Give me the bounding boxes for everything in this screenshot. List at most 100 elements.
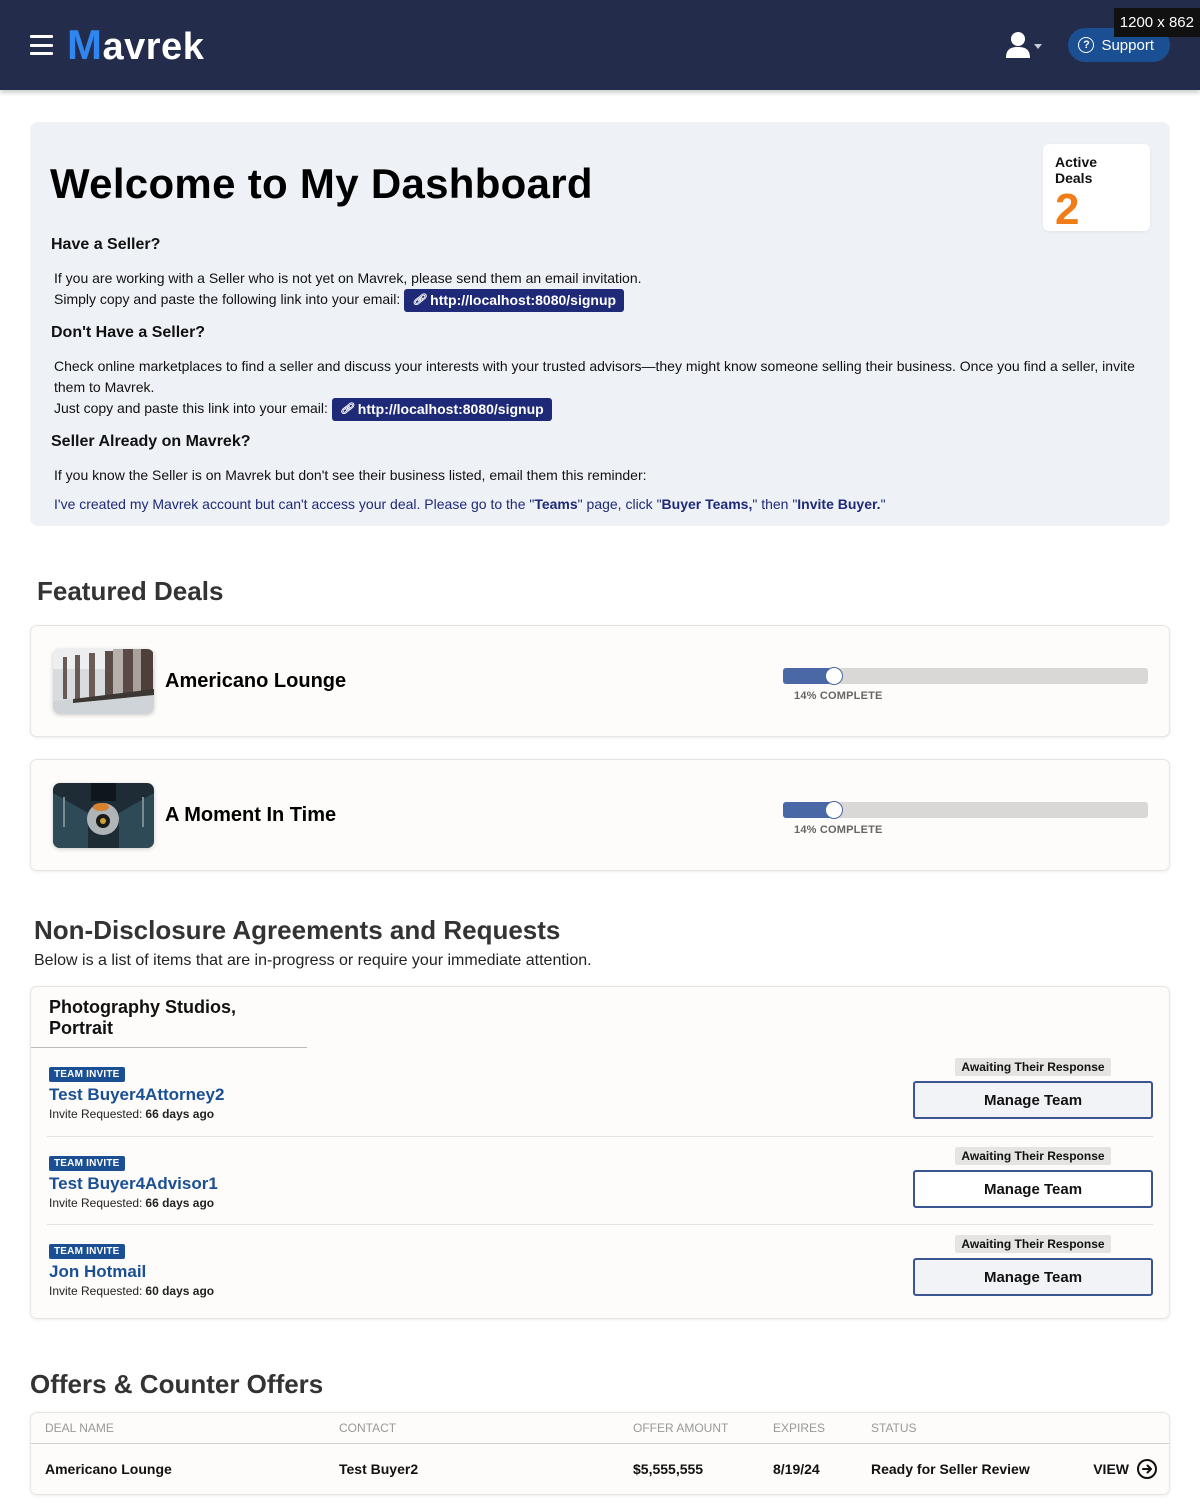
invite-requested: Invite Requested: 66 days ago (49, 1196, 218, 1210)
offer-amount: $5,555,555 (633, 1461, 704, 1477)
deal-name[interactable]: Americano Lounge (165, 670, 346, 693)
offer-expires: 8/19/24 (773, 1461, 820, 1477)
logo-text: avrek (102, 26, 205, 68)
manage-team-button[interactable]: Manage Team (913, 1258, 1153, 1296)
hamburger-menu-icon[interactable] (30, 35, 53, 55)
deal-progress: 14% COMPLETE (783, 801, 1148, 836)
nda-section-title: Non-Disclosure Agreements and Requests (34, 915, 561, 945)
seller-on-mavrek-heading: Seller Already on Mavrek? (51, 433, 251, 450)
seller-on-mavrek-text: If you know the Seller is on Mavrek but … (54, 467, 647, 483)
team-invite-badge: TEAM INVITE (49, 1244, 125, 1259)
progress-knob (825, 667, 844, 685)
active-deals-card: Active Deals 2 (1043, 144, 1150, 234)
signup-link-chip[interactable]: 🔗︎ http://localhost:8080/signup (331, 398, 552, 421)
top-navigation-bar: Mavrek ? Support 1200 x 862 (0, 0, 1200, 90)
reminder-part: " then " (752, 496, 798, 512)
question-circle-icon: ? (1078, 37, 1095, 53)
active-deals-count: 2 (1055, 185, 1080, 234)
active-deals-label: Active Deals (1055, 154, 1098, 186)
column-header-deal-name: DEAL NAME (45, 1421, 114, 1435)
reminder-message: I've created my Mavrek account but can't… (54, 494, 1150, 515)
column-header-status: STATUS (871, 1421, 917, 1435)
mavrek-logo[interactable]: Mavrek (67, 21, 204, 69)
seller-on-mavrek-section: Seller Already on Mavrek? If you know th… (50, 433, 1150, 515)
manage-team-button[interactable]: Manage Team (913, 1081, 1153, 1119)
arrow-right-circle-icon (1137, 1459, 1157, 1479)
no-seller-line1: Check online marketplaces to find a sell… (54, 358, 1135, 395)
deal-thumbnail-lounge (53, 648, 154, 714)
no-seller-section: Don't Have a Seller? Check online market… (50, 324, 1150, 421)
page-title: Welcome to My Dashboard (50, 160, 593, 207)
have-seller-line2: Simply copy and paste the following link… (54, 291, 401, 308)
view-offer-link[interactable]: VIEW (1093, 1459, 1157, 1479)
invite-requested-label: Invite Requested: (49, 1107, 143, 1121)
reminder-part: " (880, 496, 886, 512)
offers-table-header: DEAL NAME CONTACT OFFER AMOUNT EXPIRES S… (31, 1413, 1169, 1444)
offers-table: DEAL NAME CONTACT OFFER AMOUNT EXPIRES S… (30, 1412, 1170, 1495)
status-badge: Awaiting Their Response (955, 1058, 1111, 1076)
nda-section-subtitle: Below is a list of items that are in-pro… (34, 952, 592, 969)
invite-requested-label: Invite Requested: (49, 1284, 143, 1298)
dimensions-badge: 1200 x 862 (1113, 8, 1200, 37)
signup-link-text: http://localhost:8080/signup (357, 401, 544, 417)
invite-requested-label: Invite Requested: (49, 1196, 143, 1210)
offer-deal-name: Americano Lounge (45, 1461, 172, 1477)
support-label: Support (1101, 36, 1154, 54)
deal-name[interactable]: A Moment In Time (165, 804, 336, 827)
invite-requested-value: 66 days ago (145, 1196, 215, 1210)
logo-letter-m: M (67, 21, 103, 68)
user-menu-button[interactable] (1005, 31, 1043, 59)
link-icon: 🔗︎ (412, 294, 427, 306)
have-seller-section: Have a Seller? If you are working with a… (50, 236, 1150, 312)
nda-list-item: TEAM INVITE Test Buyer4Attorney2 Invite … (47, 1048, 1153, 1136)
reminder-part: I've created my Mavrek account but can't… (54, 496, 535, 512)
offer-status: Ready for Seller Review (871, 1461, 1030, 1477)
progress-label: 14% COMPLETE (794, 824, 883, 836)
reminder-teams: Teams (534, 496, 578, 512)
user-icon (1006, 32, 1031, 58)
welcome-panel: Welcome to My Dashboard Active Deals 2 H… (30, 122, 1170, 526)
manage-team-button[interactable]: Manage Team (913, 1170, 1153, 1208)
progress-track (783, 801, 1148, 819)
invite-requested: Invite Requested: 66 days ago (49, 1107, 224, 1121)
status-badge: Awaiting Their Response (955, 1147, 1111, 1165)
reminder-part: " page, click " (577, 496, 662, 512)
invite-requested-value: 60 days ago (145, 1284, 215, 1298)
column-header-offer-amount: OFFER AMOUNT (633, 1421, 729, 1435)
invitee-name-link[interactable]: Test Buyer4Advisor1 (49, 1174, 218, 1194)
team-invite-badge: TEAM INVITE (49, 1067, 125, 1082)
signup-link-chip[interactable]: 🔗︎ http://localhost:8080/signup (404, 289, 625, 312)
invitee-name-link[interactable]: Jon Hotmail (49, 1262, 214, 1282)
no-seller-text: Check online marketplaces to find a sell… (54, 356, 1150, 421)
progress-knob (825, 801, 844, 819)
have-seller-text: If you are working with a Seller who is … (54, 268, 1150, 312)
nda-group-title: Photography Studios, Portrait (31, 987, 307, 1048)
invite-requested: Invite Requested: 60 days ago (49, 1284, 214, 1298)
no-seller-heading: Don't Have a Seller? (51, 324, 206, 341)
have-seller-heading: Have a Seller? (51, 236, 161, 253)
deal-card[interactable]: Americano Lounge 14% COMPLETE (30, 625, 1170, 737)
invitee-name-link[interactable]: Test Buyer4Attorney2 (49, 1085, 224, 1105)
team-invite-badge: TEAM INVITE (49, 1156, 125, 1171)
progress-label: 14% COMPLETE (794, 690, 883, 702)
column-header-contact: CONTACT (339, 1421, 397, 1435)
nda-list-item: TEAM INVITE Jon Hotmail Invite Requested… (47, 1224, 1153, 1312)
deal-progress: 14% COMPLETE (783, 667, 1148, 702)
nda-group-card: Photography Studios, Portrait TEAM INVIT… (30, 986, 1170, 1319)
deal-card[interactable]: A Moment In Time 14% COMPLETE (30, 759, 1170, 871)
deal-thumbnail-moment (53, 782, 154, 848)
featured-deals-title: Featured Deals (37, 576, 224, 606)
offer-contact: Test Buyer2 (339, 1461, 419, 1477)
no-seller-line2: Just copy and paste this link into your … (54, 400, 328, 417)
reminder-invite-buyer: Invite Buyer. (797, 496, 881, 512)
offers-section-title: Offers & Counter Offers (30, 1369, 324, 1399)
signup-link-text: http://localhost:8080/signup (430, 292, 617, 308)
chevron-down-icon (1034, 43, 1043, 49)
have-seller-line1: If you are working with a Seller who is … (54, 270, 642, 286)
status-badge: Awaiting Their Response (955, 1235, 1111, 1253)
column-header-expires: EXPIRES (773, 1421, 826, 1435)
link-icon: 🔗︎ (339, 403, 354, 415)
reminder-buyer-teams: Buyer Teams, (661, 496, 753, 512)
table-row[interactable]: Americano Lounge Test Buyer2 $5,555,555 … (31, 1444, 1169, 1494)
nda-list-item: TEAM INVITE Test Buyer4Advisor1 Invite R… (47, 1136, 1153, 1224)
